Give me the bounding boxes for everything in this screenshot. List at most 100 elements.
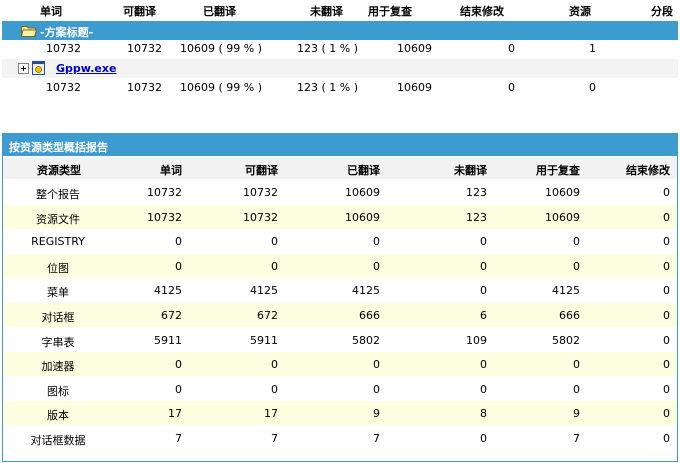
- resource-type-label: 加速器: [41, 360, 75, 374]
- resource-type-label: 图标: [47, 384, 69, 398]
- report-header-type: 资源类型: [37, 164, 81, 177]
- report-cell: 17: [168, 407, 182, 421]
- header-finished: 结束修改: [460, 5, 504, 18]
- report-cell: 0: [663, 259, 670, 273]
- project-title: -方案标题-: [40, 26, 94, 39]
- report-cell: 9: [573, 407, 580, 421]
- report-cell: 5802: [552, 333, 580, 347]
- report-row: 对话框数据 7 7 7 0 7 0: [3, 426, 677, 450]
- resource-type-label: 整个报告: [36, 188, 80, 201]
- report-cell: 10732: [147, 186, 182, 199]
- report-cell: 0: [271, 382, 278, 396]
- report-row: 整个报告 10732 10732 10609 123 10609 0: [3, 180, 677, 204]
- project-for-review: 10609: [397, 42, 432, 55]
- report-cell: 0: [573, 235, 580, 249]
- file-row[interactable]: Gppw.exe: [2, 59, 678, 78]
- report-row: 字串表 5911 5911 5802 109 5802 0: [3, 328, 677, 352]
- report-cell: 10609: [345, 210, 380, 224]
- project-finished: 0: [508, 42, 515, 55]
- resource-type-report: 按资源类型概括报告 资源类型 单词 可翻译 已翻译 未翻译 用于复查 结束修改 …: [2, 133, 678, 462]
- report-header-translated: 已翻译: [347, 164, 380, 177]
- project-title-bar[interactable]: -方案标题-: [2, 21, 678, 40]
- report-cell: 109: [466, 333, 487, 347]
- header-untranslated: 未翻译: [310, 5, 343, 18]
- header-words: 单词: [40, 5, 62, 18]
- report-cell: 7: [573, 432, 580, 445]
- report-cell: 672: [257, 309, 278, 322]
- project-translatable: 10732: [127, 42, 162, 55]
- file-translatable: 10732: [127, 81, 162, 94]
- report-row: 图标 0 0 0 0 0 0: [3, 377, 677, 401]
- report-header-row: 资源类型 单词 可翻译 已翻译 未翻译 用于复查 结束修改: [3, 157, 677, 179]
- report-cell: 10609: [345, 186, 380, 199]
- report-cell: 0: [175, 358, 182, 372]
- report-title-bar: 按资源类型概括报告: [3, 134, 677, 156]
- resource-type-label: 对话框: [41, 311, 75, 324]
- file-translated: 10609 ( 99 % ): [180, 81, 263, 94]
- file-untranslated: 123 ( 1 % ): [297, 81, 359, 94]
- header-translated: 已翻译: [203, 5, 236, 18]
- report-cell: 17: [264, 407, 278, 421]
- report-cell: 123: [466, 210, 487, 224]
- report-row: 版本 17 17 9 8 9 0: [3, 401, 677, 426]
- report-cell: 0: [480, 235, 487, 249]
- report-cell: 7: [373, 432, 380, 445]
- report-cell: 0: [663, 186, 670, 199]
- report-cell: 0: [480, 382, 487, 396]
- report-cell: 0: [373, 235, 380, 249]
- report-cell: 0: [573, 358, 580, 372]
- report-cell: 0: [271, 235, 278, 249]
- report-cell: 7: [271, 432, 278, 445]
- report-cell: 5802: [352, 333, 380, 347]
- resource-type-label: 字串表: [41, 335, 75, 349]
- resource-type-label: 版本: [47, 409, 69, 423]
- file-stats-row: 10732 10732 10609 ( 99 % ) 123 ( 1 % ) 1…: [0, 80, 680, 96]
- report-cell: 7: [175, 432, 182, 445]
- resource-type-label: 资源文件: [36, 212, 80, 226]
- report-cell: 0: [663, 382, 670, 396]
- report-cell: 10732: [243, 186, 278, 199]
- report-cell: 0: [573, 382, 580, 396]
- report-cell: 0: [663, 284, 670, 298]
- project-stats-row: 10732 10732 10609 ( 99 % ) 123 ( 1 % ) 1…: [0, 41, 680, 57]
- report-cell: 0: [373, 382, 380, 396]
- file-for-review: 10609: [397, 81, 432, 94]
- report-cell: 4125: [154, 284, 182, 298]
- header-segments: 分段: [651, 5, 673, 18]
- summary-header: 单词 可翻译 已翻译 未翻译 用于复查 结束修改 资源 分段: [0, 0, 680, 20]
- project-translated: 10609 ( 99 % ): [180, 42, 263, 55]
- report-cell: 0: [663, 309, 670, 322]
- report-row: 位图 0 0 0 0 0 0: [3, 253, 677, 278]
- report-cell: 6: [480, 309, 487, 322]
- report-cell: 0: [373, 358, 380, 372]
- resource-type-label: 位图: [47, 261, 69, 275]
- report-cell: 0: [663, 210, 670, 224]
- report-cell: 10732: [147, 210, 182, 224]
- folder-open-icon: [21, 26, 37, 37]
- report-cell: 0: [175, 259, 182, 273]
- report-cell: 5911: [154, 333, 182, 347]
- report-cell: 10609: [545, 210, 580, 224]
- report-cell: 0: [573, 259, 580, 273]
- report-row: 资源文件 10732 10732 10609 123 10609 0: [3, 204, 677, 229]
- report-header-for-review: 用于复查: [536, 164, 580, 177]
- report-cell: 8: [480, 407, 487, 421]
- report-title: 按资源类型概括报告: [9, 141, 108, 154]
- report-cell: 666: [359, 309, 380, 322]
- file-name-link[interactable]: Gppw.exe: [56, 62, 116, 75]
- project-untranslated: 123 ( 1 % ): [297, 42, 359, 55]
- report-cell: 123: [466, 186, 487, 199]
- report-cell: 4125: [250, 284, 278, 298]
- report-cell: 0: [480, 284, 487, 298]
- report-cell: 0: [175, 382, 182, 396]
- report-cell: 4125: [352, 284, 380, 298]
- report-cell: 0: [480, 358, 487, 372]
- report-cell: 0: [271, 259, 278, 273]
- report-cell: 0: [373, 259, 380, 273]
- file-finished: 0: [508, 81, 515, 94]
- report-row: 加速器 0 0 0 0 0 0: [3, 352, 677, 377]
- file-resources: 0: [589, 81, 596, 94]
- report-header-words: 单词: [160, 164, 182, 177]
- report-cell: 0: [175, 235, 182, 249]
- expand-plus-icon[interactable]: [18, 63, 29, 74]
